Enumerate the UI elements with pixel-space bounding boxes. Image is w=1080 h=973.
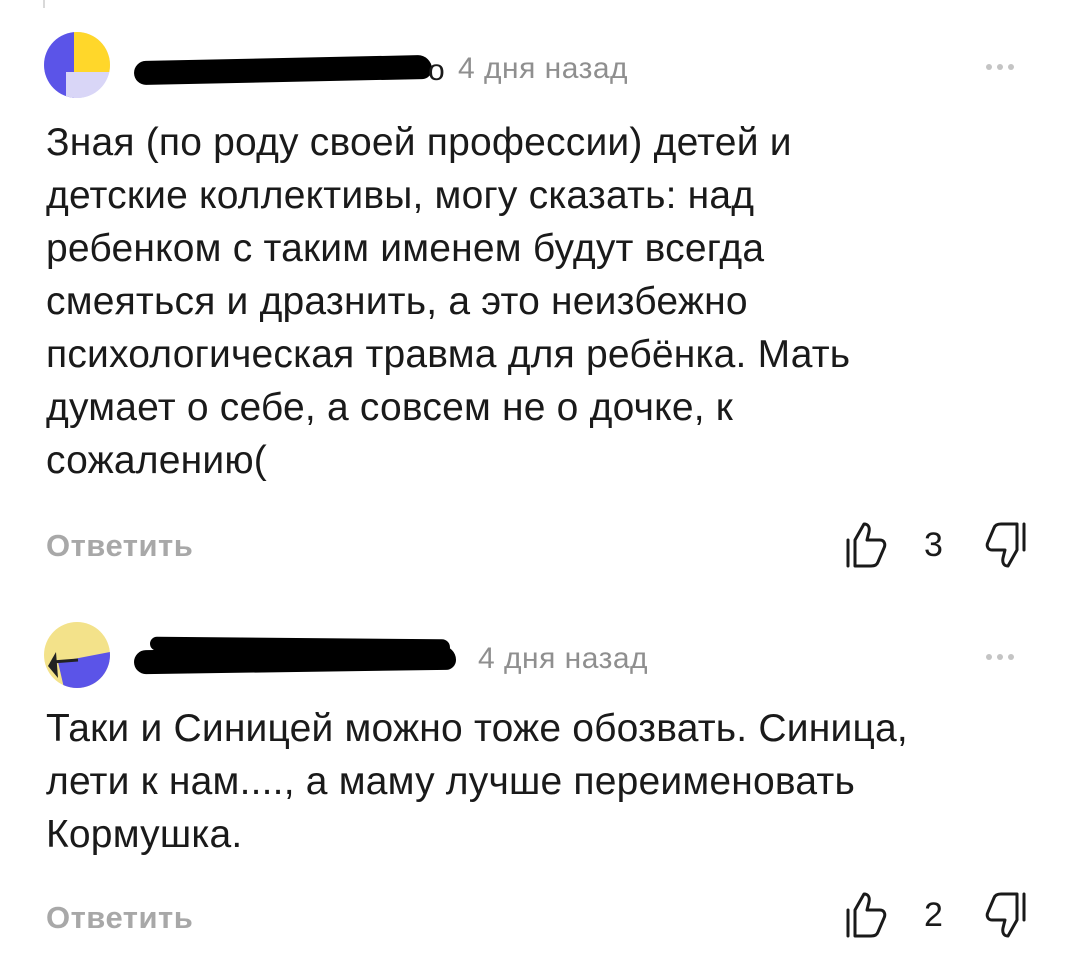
comment-text: Зная (по роду своей профессии) детей и д… bbox=[46, 121, 851, 482]
like-count: 3 bbox=[924, 526, 943, 564]
comment-time: 4 дня назад bbox=[458, 52, 629, 85]
author-name-tail: о bbox=[428, 54, 445, 87]
like-count: 2 bbox=[924, 896, 943, 934]
comment-text: Таки и Синицей можно тоже обозвать. Сини… bbox=[46, 707, 908, 856]
thumbs-up-outline-icon[interactable] bbox=[840, 888, 890, 940]
thumbs-down-outline-icon[interactable] bbox=[982, 520, 1032, 572]
comment-time: 4 дня назад bbox=[478, 642, 649, 675]
author-name-redacted-overlay bbox=[149, 636, 451, 654]
thumbs-up-outline-icon[interactable] bbox=[840, 518, 890, 570]
more-dots-icon[interactable] bbox=[986, 64, 1014, 70]
author-name-redacted bbox=[133, 54, 433, 86]
rating-controls: 2 bbox=[840, 888, 1040, 948]
avatar-icon[interactable] bbox=[44, 622, 110, 688]
reply-button[interactable]: Ответить bbox=[46, 528, 193, 564]
reply-button[interactable]: Ответить bbox=[46, 900, 193, 936]
avatar-icon[interactable] bbox=[44, 32, 110, 98]
thumbs-down-outline-icon[interactable] bbox=[982, 890, 1032, 942]
scroll-edge-mark bbox=[43, 0, 45, 8]
more-dots-icon[interactable] bbox=[986, 654, 1014, 660]
rating-controls: 3 bbox=[840, 518, 1040, 578]
